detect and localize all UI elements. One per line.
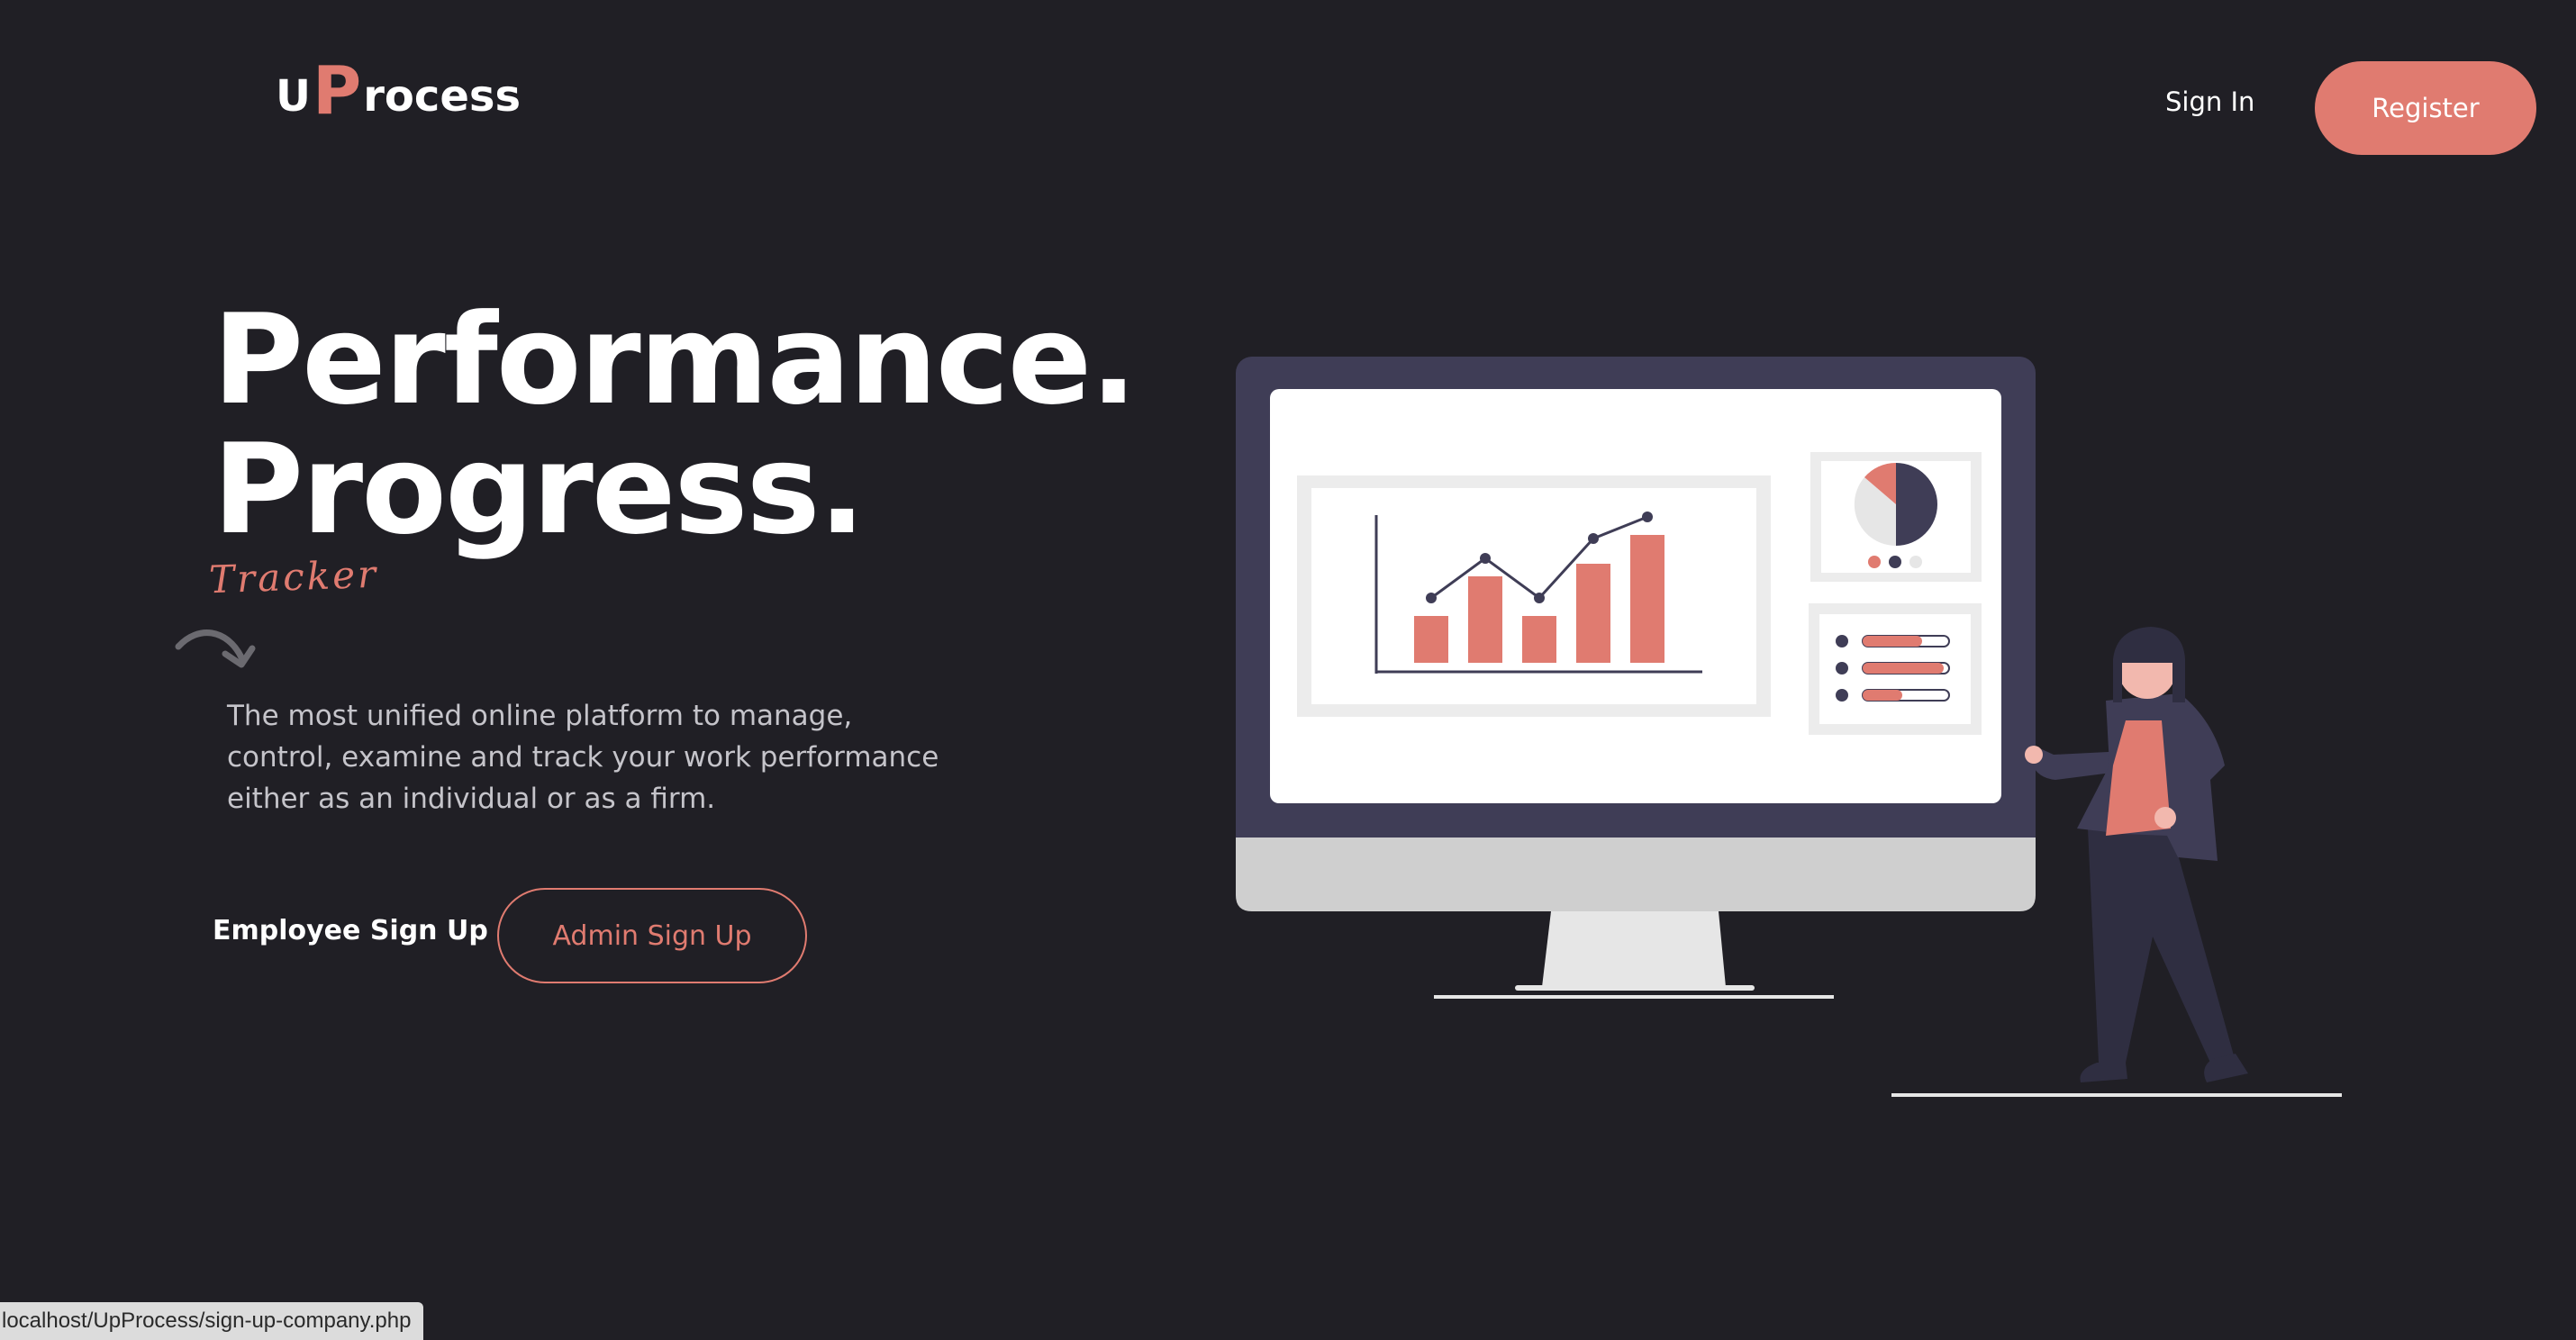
bar-chart-graphic [1297, 475, 1771, 717]
admin-sign-up-button[interactable]: Admin Sign Up [497, 888, 807, 983]
sign-in-link[interactable]: Sign In [2165, 86, 2254, 117]
hero-title: Performance. Progress. [213, 287, 1138, 562]
progress-list-graphic [1809, 603, 1982, 735]
landing-page: U P rocess Sign In Register Performance.… [0, 0, 2576, 1340]
hero-title-line-1: Performance. [213, 287, 1138, 432]
employee-sign-up-button[interactable]: Employee Sign Up [213, 915, 488, 946]
dashboard-illustration [1236, 357, 2342, 1097]
curved-arrow-icon [175, 629, 256, 668]
pie-chart-graphic [1810, 452, 1982, 582]
logo[interactable]: U P rocess [276, 52, 522, 130]
hero-description: The most unified online platform to mana… [227, 700, 939, 815]
logo-u: U [276, 70, 311, 122]
logo-rest: rocess [363, 70, 522, 122]
hero-title-line-2: Progress. [213, 417, 866, 562]
tracker-script-label: Tracker [208, 551, 379, 602]
logo-p: P [312, 52, 362, 130]
browser-status-bar: localhost/UpProcess/sign-up-company.php [0, 1302, 424, 1340]
register-button[interactable]: Register [2315, 61, 2536, 155]
